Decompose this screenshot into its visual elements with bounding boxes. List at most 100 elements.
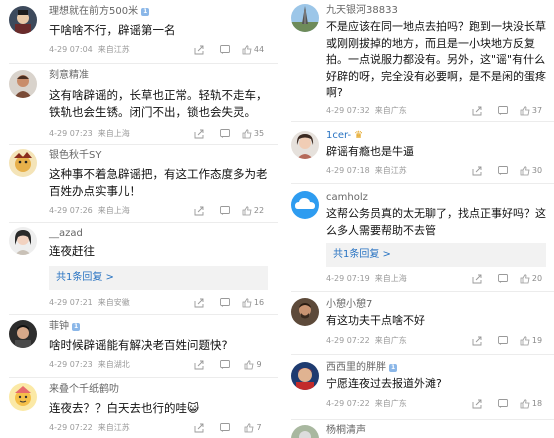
- reply-button[interactable]: [490, 164, 516, 178]
- username[interactable]: 西西里的胖胖 1: [326, 361, 546, 374]
- share-button[interactable]: [464, 104, 490, 118]
- comment-text: 啥时候辟谣能有解决老百姓问题快?: [49, 338, 228, 352]
- like-count: 19: [531, 335, 543, 345]
- avatar[interactable]: [9, 383, 37, 411]
- share-button[interactable]: [464, 334, 490, 348]
- avatar[interactable]: [291, 4, 319, 32]
- username[interactable]: 小憩小憩7: [326, 298, 546, 311]
- view-replies-link[interactable]: 共1条回复 >: [49, 266, 268, 290]
- comment-text: 这帮公务员真的太无聊了，找点正事好吗？这么多人需要帮助不去管: [326, 207, 546, 237]
- reply-button[interactable]: [212, 296, 238, 310]
- like-button[interactable]: 7: [238, 421, 268, 435]
- username[interactable]: __azad: [49, 227, 268, 240]
- avatar[interactable]: [291, 298, 319, 326]
- thumbs-up-icon: [520, 398, 530, 408]
- like-button[interactable]: 20: [516, 272, 546, 286]
- username[interactable]: 杨桐清声: [326, 424, 546, 437]
- comment-icon: [220, 298, 230, 307]
- location: 来自上海: [97, 206, 130, 215]
- reply-button[interactable]: [490, 397, 516, 411]
- share-button[interactable]: [186, 204, 212, 218]
- username[interactable]: 银色秋千SY: [49, 149, 268, 162]
- comment-icon: [220, 45, 230, 54]
- comment-icon: [220, 423, 230, 432]
- comment-meta: 4-29 07:04 来自江苏 44: [49, 43, 268, 57]
- comment-icon: [498, 165, 508, 175]
- timestamp: 4-29 07:22: [49, 423, 93, 432]
- like-button[interactable]: 16: [238, 296, 268, 310]
- like-button[interactable]: 9: [238, 358, 268, 372]
- share-button[interactable]: [464, 397, 490, 411]
- like-button[interactable]: 35: [238, 127, 268, 141]
- share-icon: [472, 166, 482, 175]
- avatar[interactable]: [291, 191, 319, 219]
- view-replies-link[interactable]: 共1条回复 >: [326, 243, 546, 267]
- username[interactable]: camholz: [326, 191, 546, 204]
- avatar[interactable]: [9, 70, 37, 98]
- like-button[interactable]: 30: [516, 164, 546, 178]
- username[interactable]: 九天银河38833: [326, 4, 546, 17]
- avatar[interactable]: [291, 131, 319, 159]
- like-button[interactable]: 22: [238, 204, 268, 218]
- thumbs-up-icon: [242, 45, 252, 55]
- right-comment-column: 九天银河38833 不是应该在同一地点去拍吗？跑到一块没长草或刚刚拔掉的地方，而…: [283, 0, 554, 438]
- share-button[interactable]: [186, 358, 212, 372]
- reply-button[interactable]: [212, 204, 238, 218]
- crown-icon: ♛: [354, 130, 364, 141]
- username[interactable]: 来叠个千纸鹤叻: [49, 383, 268, 396]
- like-count: 20: [531, 274, 543, 283]
- comment-meta: 4-29 07:26 来自上海 22: [49, 204, 268, 218]
- comment-meta: 4-29 07:22 来自江苏 7: [49, 421, 268, 435]
- location: 来自广东: [374, 335, 407, 345]
- username[interactable]: 1cer- ♛: [326, 129, 546, 142]
- like-button[interactable]: 44: [238, 43, 268, 57]
- comment-text: 干啥啥不行，辟谣第一名: [49, 23, 176, 37]
- action-bar: 7: [186, 421, 268, 435]
- thumbs-up-icon: [245, 423, 254, 433]
- comment-meta: 4-29 07:21 来自安徽 16: [49, 296, 268, 310]
- like-button[interactable]: 19: [516, 334, 546, 348]
- avatar[interactable]: [9, 6, 37, 34]
- reply-button[interactable]: [490, 104, 516, 118]
- like-count: 37: [531, 105, 543, 115]
- avatar[interactable]: [9, 149, 37, 177]
- comment-text: 这种事不着急辟谣把，有这工作态度多为老百姓办点实事儿！: [49, 167, 268, 198]
- avatar[interactable]: [291, 425, 319, 438]
- left-comment-column: 理想就在前方500米 1 干啥啥不行，辟谣第一名 4-29 07:04 来自江苏 4…: [0, 0, 278, 438]
- like-count: 18: [531, 398, 543, 408]
- share-button[interactable]: [186, 127, 212, 141]
- reply-button[interactable]: [490, 334, 516, 348]
- avatar[interactable]: [291, 362, 319, 390]
- avatar[interactable]: [9, 320, 37, 348]
- share-button[interactable]: [186, 43, 212, 57]
- location: 来自上海: [374, 274, 407, 283]
- reply-button[interactable]: [490, 272, 516, 286]
- comment-item: 银色秋千SY 这种事不着急辟谣把，有这工作态度多为老百姓办点实事儿！ 4-29 …: [0, 145, 278, 223]
- like-button[interactable]: 18: [516, 397, 546, 411]
- thumbs-up-icon: [245, 360, 254, 370]
- share-button[interactable]: [464, 272, 490, 286]
- share-icon: [194, 360, 204, 370]
- share-button[interactable]: [186, 296, 212, 310]
- action-bar: 22: [186, 204, 268, 218]
- action-bar: 16: [186, 296, 268, 310]
- comment-meta: 4-29 07:23 来自上海 35: [49, 127, 268, 141]
- username[interactable]: 菲钟 1: [49, 320, 268, 333]
- location: 来自湖北: [97, 360, 130, 369]
- comment-item: 西西里的胖胖 1 宁愿连夜过去报道外滩? 4-29 07:22 来自广东 18: [283, 355, 554, 420]
- reply-button[interactable]: [212, 358, 238, 372]
- avatar[interactable]: [9, 227, 37, 255]
- share-button[interactable]: [464, 164, 490, 178]
- reply-button[interactable]: [212, 421, 238, 435]
- share-icon: [472, 274, 482, 284]
- reply-button[interactable]: [212, 127, 238, 141]
- like-button[interactable]: 37: [516, 104, 546, 118]
- reply-button[interactable]: [212, 43, 238, 57]
- share-button[interactable]: [186, 421, 212, 435]
- comment-meta: 4-29 07:22 来自广东 18: [326, 397, 546, 411]
- like-count: 44: [253, 45, 265, 54]
- username[interactable]: 刻意精准: [49, 69, 268, 82]
- comment-icon: [498, 274, 508, 283]
- location: 来自江苏: [374, 165, 407, 175]
- username[interactable]: 理想就在前方500米 1: [49, 5, 268, 18]
